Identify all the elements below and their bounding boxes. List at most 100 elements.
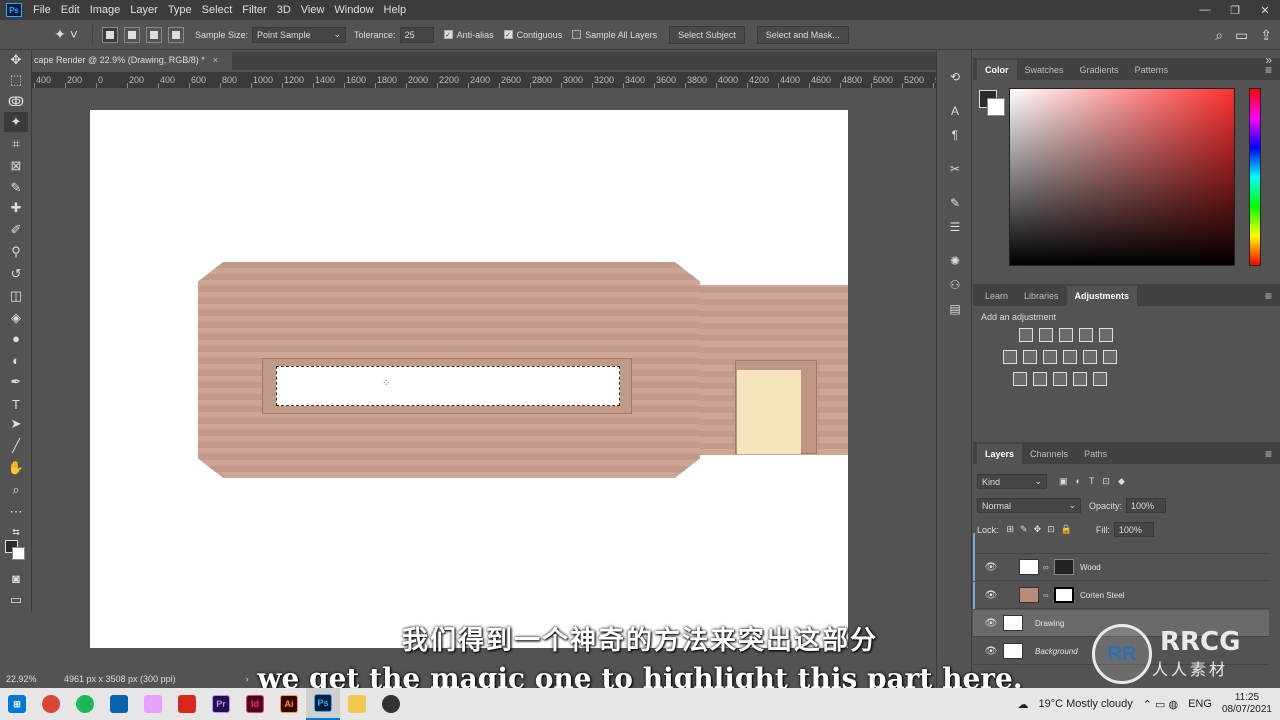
color-picker-field[interactable] <box>1009 88 1235 266</box>
paint-bucket-icon[interactable]: ◈ <box>4 308 28 328</box>
brightness-icon[interactable] <box>1019 328 1033 342</box>
path-selection-icon[interactable]: ➤ <box>4 414 28 434</box>
sample-all-layers-checkbox[interactable]: Sample All Layers <box>572 30 657 40</box>
menu-type[interactable]: Type <box>163 0 197 20</box>
hand-tool-icon[interactable]: ✋ <box>4 458 28 478</box>
menu-edit[interactable]: Edit <box>56 0 85 20</box>
info-panel-icon[interactable]: ⚇ <box>945 276 965 294</box>
search-icon[interactable]: ⌕ <box>1215 27 1223 44</box>
layer-mask-thumbnail[interactable] <box>1054 559 1074 575</box>
menu-image[interactable]: Image <box>85 0 126 20</box>
line-tool-icon[interactable]: ╱ <box>4 436 28 456</box>
screen-mode-icon[interactable]: ▭ <box>4 590 28 610</box>
canvas-workspace[interactable]: ⁘ <box>32 88 936 670</box>
background-color-swatch[interactable] <box>12 547 25 560</box>
horizontal-ruler[interactable]: 400 200 0 200 400 600 800 1000 1200 1400 1600 1800 2… <box>32 72 936 88</box>
tab-paths[interactable]: Paths <box>1076 444 1115 464</box>
pen-tool-icon[interactable]: ✒ <box>4 372 28 392</box>
hue-saturation-icon[interactable] <box>1003 350 1017 364</box>
lock-icons[interactable]: ⊞✎✥⊡🔒 <box>1007 524 1078 535</box>
anti-alias-checkbox[interactable]: ✓ Anti-alias <box>443 30 494 40</box>
paragraph-panel-icon[interactable]: ¶ <box>945 126 965 144</box>
layer-row[interactable]: 👁 ∞ Corten Steel <box>973 581 1269 609</box>
invert-icon[interactable] <box>1013 372 1027 386</box>
close-tab-icon[interactable]: × <box>213 55 218 65</box>
vibrance-icon[interactable] <box>1099 328 1113 342</box>
close-button[interactable]: ✕ <box>1250 0 1280 20</box>
opacity-input[interactable]: 100% <box>1126 498 1167 513</box>
sample-size-select[interactable]: Point Sample ⌄ <box>252 26 347 43</box>
taskbar-outlook[interactable] <box>102 688 136 720</box>
crop-tool-icon[interactable]: ⌗ <box>4 134 28 154</box>
selective-color-icon[interactable] <box>1073 372 1087 386</box>
blend-mode-select[interactable]: Normal ⌄ <box>977 498 1081 513</box>
taskbar-illustrator[interactable]: Ai <box>272 688 306 720</box>
menu-file[interactable]: File <box>28 0 56 20</box>
taskbar-photoshop[interactable]: Ps <box>306 688 340 720</box>
tolerance-input[interactable]: 25 <box>399 26 434 43</box>
layer-mask-thumbnail[interactable] <box>1054 587 1074 603</box>
system-tray-icons[interactable]: ⌃ ▭ ◍ <box>1143 698 1178 711</box>
move-tool-icon[interactable]: ✥ <box>4 50 28 70</box>
menu-layer[interactable]: Layer <box>125 0 163 20</box>
dodge-tool-icon[interactable]: ◐ <box>4 350 28 370</box>
color-lookup-icon[interactable] <box>1103 350 1117 364</box>
settings-panel-icon[interactable]: ✺ <box>945 252 965 270</box>
levels-icon[interactable] <box>1039 328 1053 342</box>
language-indicator[interactable]: ENG <box>1188 698 1212 710</box>
magic-wand-preset-icon[interactable]: ✦ ˅ <box>46 23 86 47</box>
fill-input[interactable]: 100% <box>1113 522 1154 537</box>
share-icon[interactable]: ⇪ <box>1260 27 1272 44</box>
eye-icon[interactable]: 👁 <box>979 590 1003 601</box>
taskbar-chrome[interactable] <box>34 688 68 720</box>
eraser-tool-icon[interactable]: ◫ <box>4 286 28 306</box>
menu-filter[interactable]: Filter <box>237 0 271 20</box>
taskbar-premiere[interactable]: Pr <box>204 688 238 720</box>
menu-window[interactable]: Window <box>329 0 378 20</box>
glyphs-panel-icon[interactable]: ▤ <box>945 300 965 318</box>
clone-stamp-icon[interactable]: ⚲ <box>4 242 28 262</box>
tab-swatches[interactable]: Swatches <box>1017 60 1072 80</box>
tab-channels[interactable]: Channels <box>1022 444 1076 464</box>
photo-filter-icon[interactable] <box>1063 350 1077 364</box>
brush-tool-icon[interactable]: ✐ <box>4 220 28 240</box>
taskbar-photos[interactable] <box>136 688 170 720</box>
channel-mixer-icon[interactable] <box>1083 350 1097 364</box>
start-button[interactable]: ⊞ <box>0 688 34 720</box>
tools-panel-icon[interactable]: ✂ <box>945 160 965 178</box>
link-icon[interactable]: ∞ <box>1043 591 1051 600</box>
panel-background-swatch[interactable] <box>987 98 1005 116</box>
new-selection-button[interactable] <box>102 26 118 43</box>
select-subject-button[interactable]: Select Subject <box>669 25 745 44</box>
tab-color[interactable]: Color <box>977 60 1017 80</box>
photoshop-logo-icon[interactable]: Ps <box>6 3 22 17</box>
collapse-icon[interactable]: » <box>1265 50 1272 70</box>
zoom-tool-icon[interactable]: ⌕ <box>4 480 28 500</box>
panel-menu-icon[interactable]: ≡ <box>1265 444 1272 464</box>
layer-row-partial[interactable] <box>973 533 1269 560</box>
marquee-tool-icon[interactable]: ⬚ <box>4 70 28 90</box>
lasso-tool-icon[interactable]: ↂ <box>4 92 28 112</box>
menu-select[interactable]: Select <box>197 0 238 20</box>
workspace-icon[interactable]: ▭ <box>1235 27 1248 44</box>
clock[interactable]: 11:25 08/07/2021 <box>1222 692 1272 716</box>
minimize-button[interactable]: — <box>1190 0 1220 20</box>
quick-mask-icon[interactable]: ◙ <box>4 568 28 588</box>
weather-text[interactable]: 19°C Mostly cloudy <box>1038 698 1132 710</box>
posterize-icon[interactable] <box>1033 372 1047 386</box>
threshold-icon[interactable] <box>1053 372 1067 386</box>
select-and-mask-button[interactable]: Select and Mask... <box>756 25 849 44</box>
type-tool-icon[interactable]: T <box>4 394 28 414</box>
eye-icon[interactable]: 👁 <box>979 562 1003 573</box>
menu-help[interactable]: Help <box>379 0 412 20</box>
menu-view[interactable]: View <box>296 0 330 20</box>
contiguous-checkbox[interactable]: ✓ Contiguous <box>503 30 562 40</box>
tab-layers[interactable]: Layers <box>977 444 1023 464</box>
layer-row[interactable]: 👁 ∞ Wood <box>973 553 1269 581</box>
exposure-icon[interactable] <box>1079 328 1093 342</box>
taskbar-explorer[interactable] <box>340 688 374 720</box>
layer-name[interactable]: Wood <box>1080 563 1101 572</box>
curves-icon[interactable] <box>1059 328 1073 342</box>
adjust-panel-icon[interactable]: ☰ <box>945 218 965 236</box>
history-brush-icon[interactable]: ↺ <box>4 264 28 284</box>
